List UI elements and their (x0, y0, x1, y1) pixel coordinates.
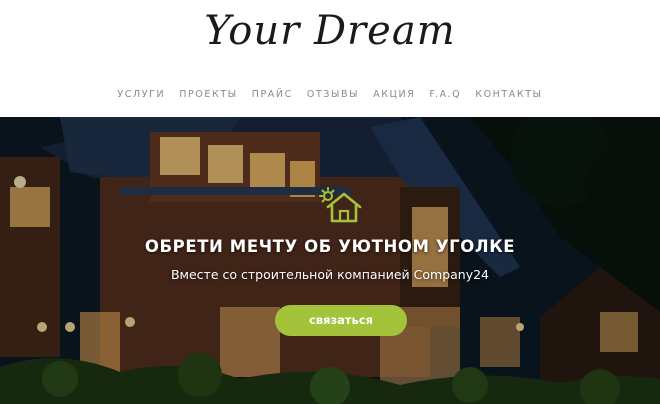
hero-headline: ОБРЕТИ МЕЧТУ ОБ УЮТНОМ УГОЛКЕ (144, 237, 516, 256)
hero-subline: Вместе со строительной компанией Company… (170, 267, 490, 282)
nav-item-faq[interactable]: F.A.Q (429, 89, 461, 100)
nav-item-contacts[interactable]: контакты (475, 89, 542, 100)
house-sun-icon (319, 187, 362, 223)
hero-overlay (0, 117, 660, 404)
nav-item-price[interactable]: прайс (252, 89, 293, 100)
nav-item-services[interactable]: услуги (117, 89, 165, 100)
hero-section: ОБРЕТИ МЕЧТУ ОБ УЮТНОМ УГОЛКЕ Вместе со … (0, 117, 660, 404)
main-nav: услуги проекты прайс отзывы акция F.A.Q … (0, 89, 660, 100)
nav-item-reviews[interactable]: отзывы (307, 89, 359, 100)
contact-button[interactable]: связаться (275, 305, 407, 336)
site-header: Your Dream услуги проекты прайс отзывы а… (0, 0, 660, 117)
nav-item-promo[interactable]: акция (373, 89, 415, 100)
logo[interactable]: Your Dream (0, 8, 660, 54)
nav-item-projects[interactable]: проекты (179, 89, 237, 100)
